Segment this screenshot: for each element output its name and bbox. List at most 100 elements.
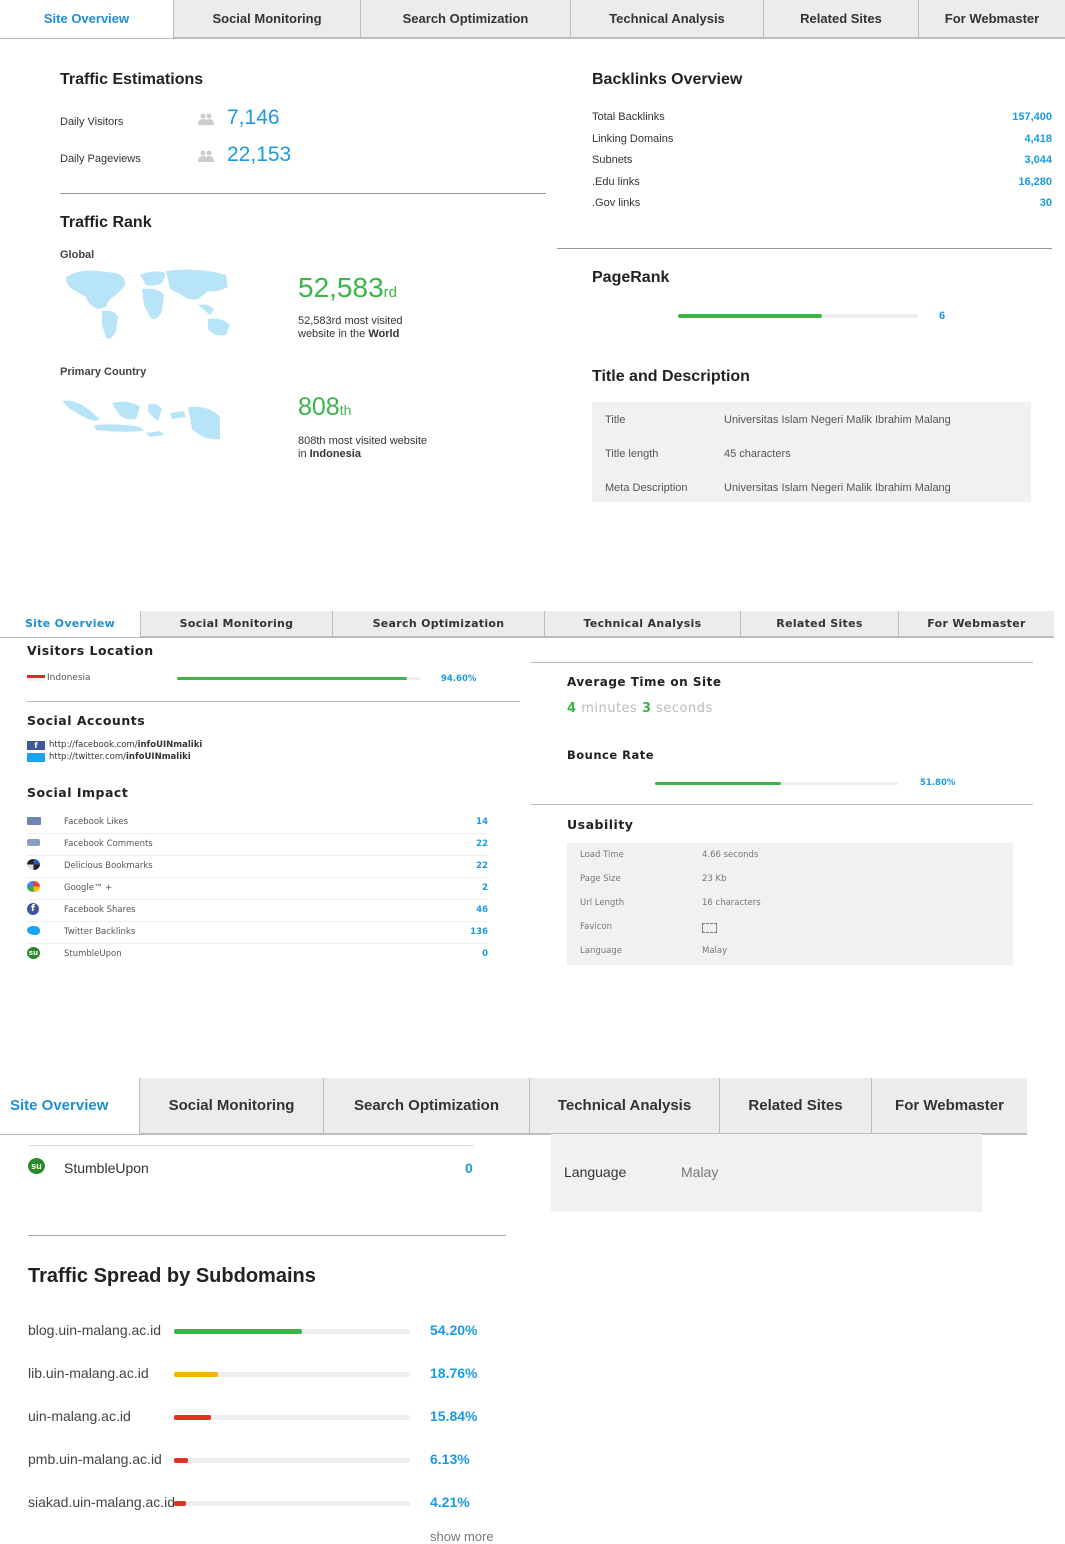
subdomain-name: uin-malang.ac.id [28,1408,131,1424]
backlink-row: Total Backlinks 157,400 [592,111,1052,133]
social-accounts-heading: Social Accounts [27,713,146,728]
primary-country-label: Primary Country [60,366,147,378]
global-rank-description: 52,583rd most visited website in the Wor… [298,315,403,341]
social-label: StumbleUpon [64,949,122,959]
social-value: 2 [482,883,488,893]
facebook-account[interactable]: f http://facebook.com/infoUINmaliki [27,740,202,750]
load-time-label: Load Time [580,850,624,860]
twitter-icon [27,752,45,762]
twitter-account[interactable]: http://twitter.com/infoUINmaliki [27,752,191,762]
usability-heading: Usability [567,817,634,832]
load-time-value: 4.66 seconds [702,850,759,860]
subdomain-row: uin-malang.ac.id 15.84% [28,1406,488,1428]
tab-social-monitoring[interactable]: Social Monitoring [140,611,332,637]
language-value: Malay [681,1164,719,1180]
social-label: Delicious Bookmarks [64,861,153,871]
tab-technical-analysis[interactable]: Technical Analysis [529,1078,719,1134]
tab-social-monitoring[interactable]: Social Monitoring [139,1078,323,1134]
daily-visitors-label: Daily Visitors [60,116,124,128]
backlink-value: 16,280 [1018,175,1052,188]
daily-visitors-value: 7,146 [227,106,280,129]
avg-time-value: 4 minutes 3 seconds [567,701,713,716]
backlink-value: 4,418 [1024,132,1052,145]
visitors-location-heading: Visitors Location [27,643,154,658]
usability-table: Load Time 4.66 seconds Page Size 23 Kb U… [567,843,1013,965]
title-label: Title [605,414,626,426]
backlink-value: 157,400 [1012,111,1052,123]
stumbleupon-label: StumbleUpon [64,1160,149,1176]
visitors-percent: 94.60% [441,674,477,684]
tab-search-optimization[interactable]: Search Optimization [360,0,570,38]
meta-description-value: Universitas Islam Negeri Malik Ibrahim M… [724,482,951,494]
delicious-icon [27,859,40,870]
subdomain-name: siakad.uin-malang.ac.id [28,1494,176,1510]
facebook-url: http://facebook.com/ [49,740,138,750]
tab-site-overview[interactable]: Site Overview [0,611,140,637]
tab-technical-analysis[interactable]: Technical Analysis [544,611,740,637]
subdomain-percent: 4.21% [430,1494,470,1510]
pagerank-heading: PageRank [592,269,670,286]
tab-related-sites[interactable]: Related Sites [719,1078,871,1134]
tab-site-overview[interactable]: Site Overview [0,1078,139,1134]
divider [28,1235,506,1236]
subdomain-bar [174,1415,410,1420]
social-value: 14 [476,817,488,827]
avg-seconds: 3 [641,701,652,716]
social-impact-table: Facebook Likes 14 Facebook Comments 22 D… [27,812,488,965]
divider [531,804,1033,805]
social-label: Google™ + [64,883,113,893]
subdomain-row: siakad.uin-malang.ac.id 4.21% [28,1492,488,1514]
global-desc-line1: 52,583rd most visited [298,315,403,327]
backlink-value: 30 [1039,197,1052,209]
social-label: Facebook Comments [64,839,153,849]
tab-related-sites[interactable]: Related Sites [740,611,898,637]
tab-for-webmaster[interactable]: For Webmaster [898,611,1054,637]
favicon-label: Favicon [580,922,612,932]
social-row: f Facebook Shares 46 [27,900,488,922]
avg-time-heading: Average Time on Site [567,675,722,689]
avg-minutes-label: minutes [581,701,638,716]
social-row: Delicious Bookmarks 22 [27,856,488,878]
page-size-label: Page Size [580,874,621,884]
backlink-label: Total Backlinks [592,111,665,123]
tab-for-webmaster[interactable]: For Webmaster [918,0,1065,38]
country-rank-number: 808 [298,393,340,421]
global-rank-value: 52,583rd [298,272,397,304]
visitors-location-bar [177,677,420,680]
backlink-label: .Gov links [592,197,641,209]
users-icon [197,150,215,162]
facebook-icon: f [27,903,39,915]
daily-pageviews-value: 22,153 [227,143,292,166]
social-value: 22 [476,861,488,871]
tab-search-optimization[interactable]: Search Optimization [332,611,544,637]
tab-site-overview[interactable]: Site Overview [0,0,173,38]
bounce-rate-bar [655,782,898,785]
avg-seconds-label: seconds [656,701,713,716]
tab-for-webmaster[interactable]: For Webmaster [871,1078,1027,1134]
subdomain-bar [174,1501,410,1506]
country-map-icon [60,395,222,445]
language-value: Malay [702,946,728,956]
subdomain-percent: 18.76% [430,1365,478,1381]
subdomain-percent: 54.20% [430,1322,478,1338]
backlinks-table: Total Backlinks 157,400 Linking Domains … [592,111,1052,219]
tab-search-optimization[interactable]: Search Optimization [323,1078,529,1134]
global-rank-number: 52,583 [298,272,384,303]
favicon-icon [702,923,717,933]
social-row: su StumbleUpon 0 [27,944,488,965]
tab-related-sites[interactable]: Related Sites [763,0,918,38]
divider [531,662,1033,663]
tab-social-monitoring[interactable]: Social Monitoring [173,0,360,38]
divider [27,701,520,702]
social-impact-heading: Social Impact [27,785,129,800]
title-description-table: Title Universitas Islam Negeri Malik Ibr… [592,402,1031,502]
divider [60,193,546,194]
language-label: Language [580,946,622,956]
tab-technical-analysis[interactable]: Technical Analysis [570,0,763,38]
indonesia-flag-icon [27,675,45,681]
subdomain-row: lib.uin-malang.ac.id 18.76% [28,1363,488,1385]
backlink-row: .Edu links 16,280 [592,176,1052,198]
title-description-heading: Title and Description [592,368,750,385]
twitter-handle: infoUINmaliki [126,752,191,762]
subdomains-heading: Traffic Spread by Subdomains [28,1265,316,1287]
